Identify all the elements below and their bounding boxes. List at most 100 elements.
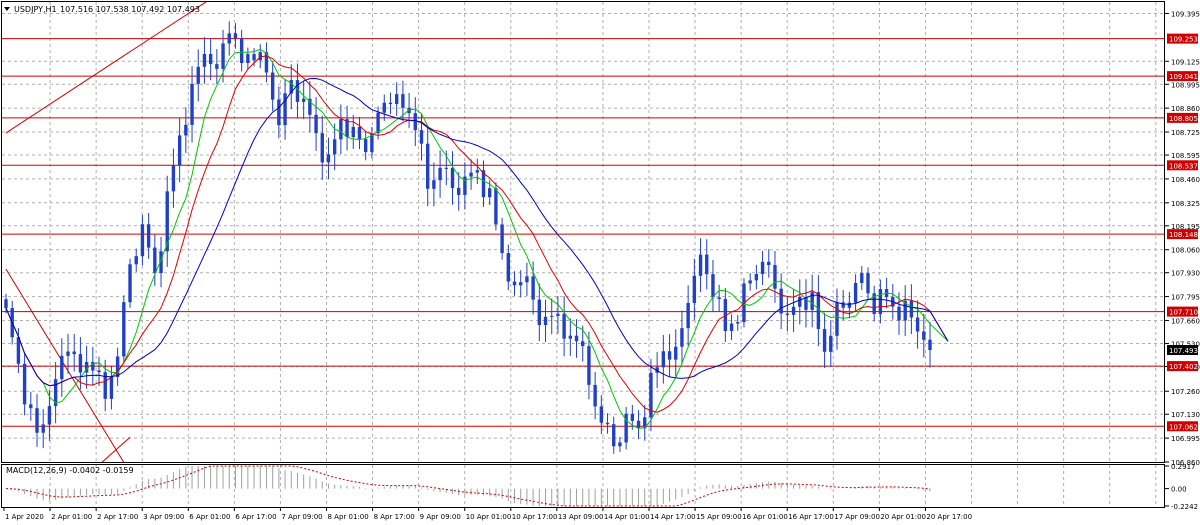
candle-body bbox=[432, 180, 436, 189]
price-label: 108.725 bbox=[1171, 129, 1200, 137]
time-label: 20 Apr 17:00 bbox=[926, 513, 972, 521]
candle-body bbox=[190, 83, 194, 125]
candle-body bbox=[618, 442, 622, 447]
candle-body bbox=[215, 64, 219, 69]
price-label: 108.595 bbox=[1171, 152, 1200, 160]
candle-body bbox=[301, 98, 306, 102]
chart-window: 109.395 109.125 108.995 108.860 108.725 108.5… bbox=[0, 0, 1200, 525]
level-tag-label: 108.148 bbox=[1169, 231, 1198, 239]
candle-body bbox=[4, 299, 8, 309]
candle-body bbox=[388, 102, 393, 105]
candle-body bbox=[853, 282, 858, 303]
candle-body bbox=[16, 337, 21, 364]
candle-body bbox=[698, 254, 703, 276]
price-label: 107.260 bbox=[1171, 388, 1200, 396]
candle-body bbox=[822, 329, 827, 352]
candle-body bbox=[636, 420, 641, 429]
candle-body bbox=[928, 339, 932, 351]
candle-body bbox=[382, 102, 386, 113]
candle-body bbox=[202, 54, 207, 67]
candle-body bbox=[500, 224, 504, 254]
level-tag-label: 108.537 bbox=[1169, 162, 1198, 170]
candle-body bbox=[41, 424, 45, 433]
price-label: 107.930 bbox=[1171, 270, 1200, 278]
candle-body bbox=[760, 261, 765, 275]
candle-body bbox=[829, 335, 833, 352]
symbol-label: USDJPY,H1 bbox=[14, 5, 57, 14]
candle-body bbox=[177, 135, 182, 166]
candle-body bbox=[599, 406, 604, 423]
candle-body bbox=[915, 317, 920, 332]
candle-body bbox=[444, 167, 448, 169]
candle-body bbox=[419, 130, 424, 144]
candle-body bbox=[134, 256, 138, 265]
time-label: 6 Apr 01:00 bbox=[189, 513, 230, 521]
time-label: 8 Apr 17:00 bbox=[374, 513, 415, 521]
candle-body bbox=[450, 167, 455, 188]
candle-body bbox=[283, 93, 287, 126]
time-label: 2 Apr 01:00 bbox=[51, 513, 92, 521]
candle-body bbox=[469, 172, 473, 177]
candle-body bbox=[711, 274, 715, 298]
time-label: 17 Apr 09:00 bbox=[834, 513, 880, 521]
candle-body bbox=[29, 404, 33, 409]
candle-body bbox=[897, 306, 901, 321]
candle-body bbox=[394, 94, 399, 105]
candle-body bbox=[35, 408, 39, 433]
candle-body bbox=[246, 54, 250, 64]
candle-body bbox=[674, 346, 678, 360]
candle-body bbox=[537, 299, 542, 326]
candle-body bbox=[332, 139, 337, 155]
candle-body bbox=[351, 126, 355, 138]
macd-tick-label: 0.00 bbox=[1171, 486, 1187, 494]
level-tag-label: 107.402 bbox=[1169, 363, 1198, 371]
time-label: 9 Apr 09:00 bbox=[420, 513, 461, 521]
time-label: 20 Apr 01:00 bbox=[880, 513, 926, 521]
time-label: 14 Apr 17:00 bbox=[650, 513, 696, 521]
candle-body bbox=[550, 315, 554, 317]
candle-body bbox=[630, 413, 635, 421]
candle-body bbox=[605, 422, 610, 425]
candle-body bbox=[314, 114, 318, 134]
candle-body bbox=[878, 289, 883, 314]
candle-body bbox=[748, 280, 752, 284]
candle-body bbox=[506, 253, 511, 282]
candle-body bbox=[531, 276, 535, 300]
price-label: 107.795 bbox=[1171, 294, 1200, 302]
candle-body bbox=[779, 288, 783, 314]
candle-body bbox=[866, 273, 870, 294]
candle-body bbox=[767, 261, 771, 266]
candle-body bbox=[835, 302, 839, 336]
candle-body bbox=[47, 406, 52, 425]
candle-body bbox=[363, 139, 368, 153]
price-label: 108.325 bbox=[1171, 200, 1200, 208]
candle-body bbox=[401, 94, 405, 108]
time-label: 3 Apr 09:00 bbox=[143, 513, 184, 521]
candle-body bbox=[115, 356, 120, 377]
time-label: 8 Apr 01:00 bbox=[328, 513, 369, 521]
price-label: 107.660 bbox=[1171, 317, 1200, 325]
candle-body bbox=[717, 297, 721, 300]
candle-body bbox=[922, 331, 926, 340]
candle-body bbox=[221, 43, 225, 69]
level-tag-label: 109.041 bbox=[1169, 73, 1198, 81]
candle-body bbox=[556, 313, 560, 316]
time-label: 15 Apr 09:00 bbox=[696, 513, 742, 521]
time-label: 16 Apr 17:00 bbox=[788, 513, 834, 521]
candle-body bbox=[568, 335, 573, 339]
candle-body bbox=[146, 224, 151, 248]
candle-body bbox=[184, 124, 188, 136]
time-label: 16 Apr 01:00 bbox=[742, 513, 788, 521]
candle-body bbox=[574, 335, 579, 342]
candle-body bbox=[227, 33, 231, 44]
candle-body bbox=[376, 112, 380, 134]
candle-body bbox=[171, 165, 176, 192]
candle-body bbox=[239, 38, 244, 64]
macd-tick-label: -0.2242 bbox=[1171, 503, 1198, 511]
candle-body bbox=[320, 133, 324, 163]
level-tag-label: 108.805 bbox=[1169, 115, 1198, 123]
candle-body bbox=[140, 224, 145, 257]
candle-body bbox=[488, 188, 492, 198]
macd-tick-label: 0.2917 bbox=[1171, 463, 1196, 471]
candle-body bbox=[525, 276, 529, 283]
